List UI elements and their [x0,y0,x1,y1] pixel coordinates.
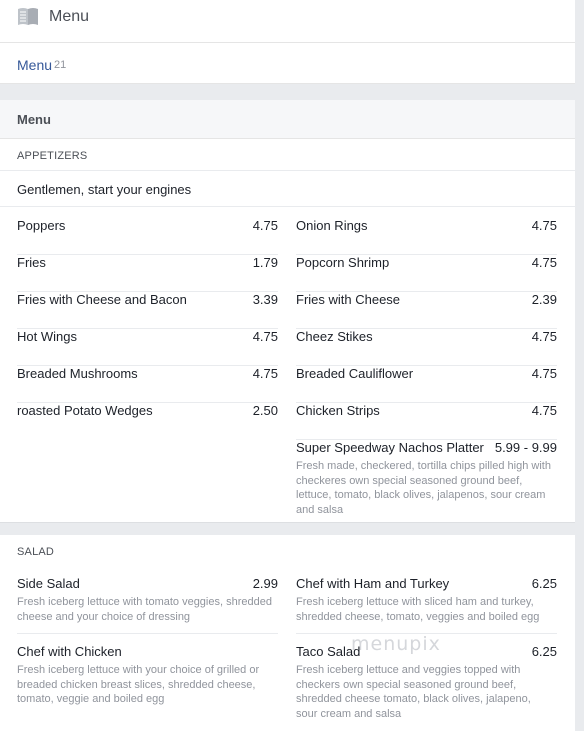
menu-item[interactable]: Chef with Ham and Turkey 6.25 Fresh iceb… [296,576,557,634]
item-price: 4.75 [531,329,557,344]
tab-menu-count: 21 [54,59,67,71]
item-price: 2.50 [252,403,278,418]
menu-item[interactable]: Fries with Cheese and Bacon 3.39 [17,292,278,329]
menu-item[interactable]: Cheez Stikes 4.75 [296,329,557,366]
item-name: roasted Potato Wedges [17,403,153,418]
item-description: Fresh iceberg lettuce with sliced ham an… [296,596,540,623]
item-description: Fresh iceberg lettuce and veggies topped… [296,664,531,720]
item-name: Fries with Cheese [296,292,401,307]
section-title: Menu [17,112,51,127]
category-appetizers: APPETIZERS Gentlemen, start your engines… [0,139,575,523]
tab-bar: Menu 21 [0,43,575,84]
menu-item[interactable]: Fries with Cheese 2.39 [296,292,557,329]
item-name: Chicken Strips [296,403,380,418]
item-name: Hot Wings [17,329,77,344]
item-description: Fresh iceberg lettuce with tomato veggie… [17,596,272,623]
item-price: 6.25 [531,576,557,591]
menu-item[interactable]: Poppers 4.75 [17,218,278,255]
item-name: Chef with Chicken [17,644,122,659]
book-icon [18,8,38,25]
menu-item[interactable]: Breaded Cauliflower 4.75 [296,366,557,403]
menu-item[interactable]: Taco Salad 6.25 Fresh iceberg lettuce an… [296,644,557,724]
item-price: 1.79 [252,255,278,270]
watermark: menupix [351,633,441,655]
item-name: Side Salad [17,576,80,591]
scrollbar[interactable] [575,0,584,731]
item-name: Fries [17,255,46,270]
category-title: APPETIZERS [17,150,88,162]
item-price: 4.75 [252,218,278,233]
tab-menu[interactable]: Menu [17,57,52,73]
item-name: Onion Rings [296,218,368,233]
item-price: 4.75 [252,366,278,381]
page-header: Menu [0,0,575,43]
item-description: Fresh made, checkered, tortilla chips pi… [296,460,551,516]
item-price: 3.39 [252,292,278,307]
item-price: 4.75 [252,329,278,344]
item-price: 4.75 [531,218,557,233]
menu-item[interactable]: Popcorn Shrimp 4.75 [296,255,557,292]
item-name: Super Speedway Nachos Platter [296,440,484,455]
item-price: 2.99 [252,576,278,591]
item-price: 6.25 [531,644,557,659]
category-title: SALAD [17,546,55,558]
category-description: Gentlemen, start your engines [17,182,192,197]
menu-item[interactable]: Breaded Mushrooms 4.75 [17,366,278,403]
item-description: Fresh iceberg lettuce with your choice o… [17,664,260,705]
category-description-row: Gentlemen, start your engines [0,170,575,207]
menu-item[interactable]: Chef with Chicken Fresh iceberg lettuce … [17,644,278,716]
item-name: Poppers [17,218,66,233]
menu-item[interactable]: Fries 1.79 [17,255,278,292]
item-price: 4.75 [531,366,557,381]
item-price: 4.75 [531,403,557,418]
menu-item[interactable]: roasted Potato Wedges 2.50 [17,403,278,440]
item-price: 5.99 - 9.99 [494,440,557,455]
menu-item[interactable]: Side Salad 2.99 Fresh iceberg lettuce wi… [17,576,278,634]
item-name: Chef with Ham and Turkey [296,576,450,591]
item-price: 2.39 [531,292,557,307]
menu-item[interactable]: Hot Wings 4.75 [17,329,278,366]
menu-item[interactable]: Onion Rings 4.75 [296,218,557,255]
item-price: 4.75 [531,255,557,270]
menu-item[interactable]: Super Speedway Nachos Platter 5.99 - 9.9… [296,440,557,520]
category-salad: SALAD Side Salad 2.99 Fresh iceberg lett… [0,535,575,731]
item-name: Fries with Cheese and Bacon [17,292,187,307]
item-name: Breaded Mushrooms [17,366,138,381]
section-header: Menu [0,100,575,139]
item-name: Breaded Cauliflower [296,366,414,381]
item-name: Popcorn Shrimp [296,255,390,270]
menu-item[interactable]: Chicken Strips 4.75 [296,403,557,440]
page-title: Menu [49,8,90,25]
item-name: Cheez Stikes [296,329,373,344]
